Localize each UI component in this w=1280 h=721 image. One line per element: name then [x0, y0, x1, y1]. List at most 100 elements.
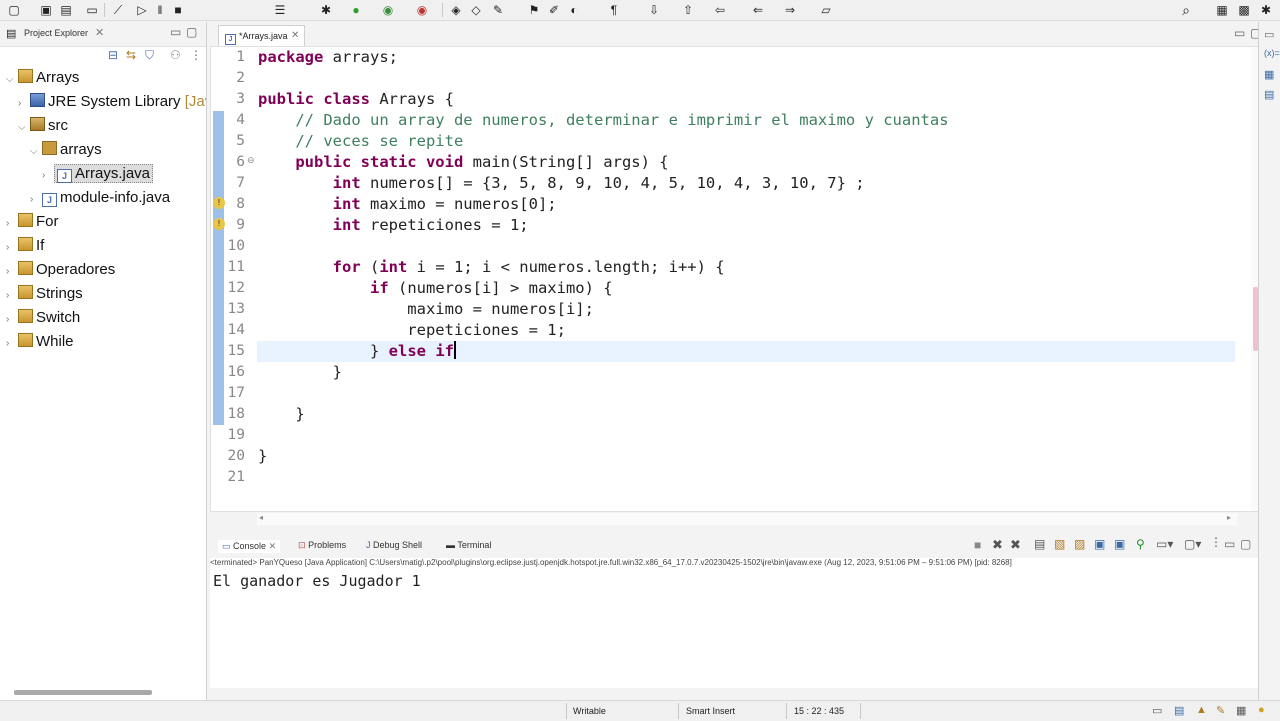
terminate-icon[interactable]: ■: [170, 2, 186, 18]
maximize-icon[interactable]: ▢: [186, 25, 197, 39]
tree-item-for[interactable]: › For: [6, 210, 59, 234]
mark-occurrences-icon[interactable]: ◐: [566, 2, 582, 18]
tray-icon[interactable]: ✎: [1216, 704, 1225, 717]
open-console-icon[interactable]: ▢▾: [1184, 537, 1201, 551]
maximize-icon[interactable]: ▢: [1240, 537, 1251, 551]
line-number: 6: [236, 154, 245, 170]
tree-item-arrays-package[interactable]: ⌵ arrays: [30, 138, 102, 162]
breakpoints-icon[interactable]: ▦: [1264, 68, 1274, 81]
tree-item-switch[interactable]: › Switch: [6, 306, 80, 330]
tree-item-arrays-project[interactable]: ⌵ Arrays: [6, 66, 79, 90]
outline-icon[interactable]: ▤: [1264, 88, 1274, 101]
line-number: 13: [227, 301, 245, 317]
horizontal-scrollbar[interactable]: [14, 690, 152, 695]
code-line: repeticiones = 1;: [258, 321, 566, 339]
tree-item-while[interactable]: › While: [6, 330, 74, 354]
console-output-line: El ganador es Jugador 1: [213, 572, 421, 590]
word-wrap-icon[interactable]: ▨: [1074, 537, 1085, 551]
tab-arrays-java[interactable]: J *Arrays.java ✕: [218, 25, 305, 47]
terminal-icon[interactable]: ▭: [84, 2, 100, 18]
suspend-icon[interactable]: ‖: [152, 2, 168, 18]
line-number: 9: [236, 217, 245, 233]
annotation-icon[interactable]: ⚑: [526, 2, 542, 18]
code-editor[interactable]: ! ! ⊖ 1 2 3 4 5 6 7 8 9 10 11 12 13 14 1…: [210, 46, 1259, 525]
tab-terminal[interactable]: ▬ Terminal: [446, 540, 491, 550]
new-icon[interactable]: ▢: [6, 2, 22, 18]
filter-icon[interactable]: ⛉: [145, 48, 154, 63]
project-icon: [18, 285, 33, 299]
tree-item-arrays-java[interactable]: › J Arrays.java: [42, 162, 154, 186]
view-title[interactable]: Project Explorer: [24, 28, 88, 38]
clear-console-icon[interactable]: ▤: [1034, 537, 1045, 551]
resume-icon[interactable]: ▷: [134, 2, 150, 18]
fold-collapse-icon[interactable]: ⊖: [247, 155, 255, 166]
tree-item-src[interactable]: ⌵ src: [18, 114, 68, 138]
new-java-project-icon[interactable]: ◈: [448, 2, 464, 18]
last-edit-icon[interactable]: ⇦: [712, 2, 728, 18]
code-line: // Dado un array de numeros, determinar …: [258, 111, 949, 129]
pin-editor-icon[interactable]: ▱: [818, 2, 834, 18]
close-icon[interactable]: ✕: [269, 541, 277, 551]
display-console-icon[interactable]: ▭▾: [1156, 537, 1173, 551]
terminal-icon: ▬: [446, 540, 455, 550]
back-icon[interactable]: ⇐: [750, 2, 766, 18]
forward-icon[interactable]: ⇒: [782, 2, 798, 18]
console-output-area[interactable]: El ganador es Jugador 1: [210, 572, 1258, 688]
code-line: }: [258, 405, 305, 423]
toggle-icon[interactable]: ☰: [272, 2, 288, 18]
pen-icon[interactable]: ✐: [546, 2, 562, 18]
sync-icon[interactable]: ⚇: [170, 48, 181, 62]
writable-status: Writable: [573, 706, 606, 716]
tree-item-jre-library[interactable]: ›JRE System Library [Jav: [18, 90, 206, 114]
pin-console-icon[interactable]: ⚲: [1136, 537, 1145, 551]
tray-icon[interactable]: ▲: [1196, 704, 1207, 716]
lightbulb-icon[interactable]: ●: [1258, 704, 1265, 716]
java-perspective-icon[interactable]: ▩: [1236, 2, 1252, 18]
show-on-error-icon[interactable]: ▣: [1114, 537, 1125, 551]
remove-all-icon[interactable]: ✖: [1010, 537, 1021, 553]
search-tool-icon[interactable]: ✎: [490, 2, 506, 18]
minimize-icon[interactable]: ▭: [1224, 537, 1235, 551]
restore-icon[interactable]: ▭: [1264, 28, 1274, 41]
tray-icon[interactable]: ▦: [1236, 704, 1246, 717]
remove-launch-icon[interactable]: ✖: [992, 537, 1003, 553]
next-annotation-icon[interactable]: ⇩: [646, 2, 662, 18]
search-icon[interactable]: ⌕: [1178, 2, 1194, 18]
view-menu-icon[interactable]: ⋮: [190, 48, 202, 62]
debug-icon[interactable]: ✱: [318, 2, 334, 18]
show-on-output-icon[interactable]: ▣: [1094, 537, 1105, 551]
minimize-icon[interactable]: ▭: [1234, 26, 1245, 40]
run-icon[interactable]: ●: [348, 2, 364, 18]
view-menu-icon[interactable]: ⋮: [1210, 535, 1222, 549]
tray-icon[interactable]: ▤: [1174, 704, 1184, 717]
tree-item-module-info[interactable]: › Jmodule-info.java: [30, 186, 170, 210]
variables-icon[interactable]: (x)=: [1264, 48, 1280, 58]
tree-item-if[interactable]: › If: [6, 234, 44, 258]
tree-item-operadores[interactable]: › Operadores: [6, 258, 115, 282]
tab-problems[interactable]: ⊡ Problems: [298, 540, 346, 551]
tab-debug-shell[interactable]: J Debug Shell: [366, 540, 422, 550]
scroll-lock-icon[interactable]: ▧: [1054, 537, 1065, 551]
tray-icon[interactable]: ▭: [1152, 704, 1162, 717]
tree-item-strings[interactable]: › Strings: [6, 282, 83, 306]
prev-annotation-icon[interactable]: ⇧: [680, 2, 696, 18]
minimize-icon[interactable]: ▭: [170, 25, 181, 39]
external-tools-icon[interactable]: ◉: [414, 2, 430, 18]
close-icon[interactable]: ✕: [291, 26, 299, 46]
close-icon[interactable]: ✕: [95, 26, 104, 39]
collapse-all-icon[interactable]: ⊟: [108, 48, 118, 62]
coverage-icon[interactable]: ◉: [380, 2, 396, 18]
java-file-icon: J: [225, 34, 236, 45]
horizontal-scrollbar[interactable]: ◂ ▸: [257, 513, 1237, 525]
link-editor-icon[interactable]: ⇆: [126, 48, 136, 62]
open-type-icon[interactable]: ◇: [468, 2, 484, 18]
terminate-icon[interactable]: ■: [974, 538, 981, 552]
debug-perspective-icon[interactable]: ✱: [1258, 2, 1274, 18]
open-perspective-icon[interactable]: ▦: [1214, 2, 1230, 18]
save-all-icon[interactable]: ▤: [58, 2, 74, 18]
skip-breakpoints-icon[interactable]: ⟋: [110, 2, 126, 18]
show-whitespace-icon[interactable]: ¶: [606, 2, 622, 18]
package-icon: [42, 141, 57, 155]
save-icon[interactable]: ▣: [38, 2, 54, 18]
tab-console[interactable]: ▭ Console ✕: [218, 540, 281, 553]
